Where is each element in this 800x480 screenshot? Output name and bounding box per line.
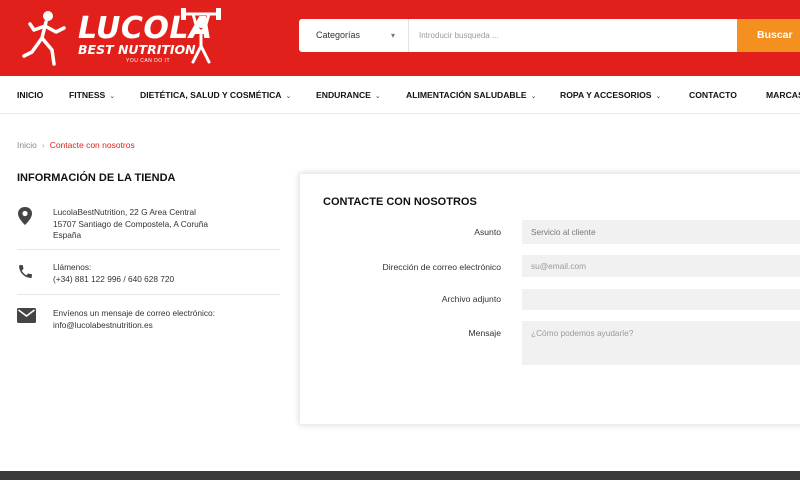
- footer: [0, 471, 800, 480]
- brand-logo[interactable]: LUCOLA BEST NUTRITION YOU CAN DO IT: [18, 6, 221, 68]
- nav-item-inicio[interactable]: INICIO: [17, 76, 43, 114]
- logo-subtitle: BEST NUTRITION: [78, 42, 196, 57]
- email-address-link[interactable]: info@lucolabestnutrition.es: [53, 320, 215, 332]
- chevron-down-icon: ⌄: [109, 93, 116, 100]
- search-input[interactable]: [411, 19, 731, 52]
- chevron-down-icon: ⌄: [530, 93, 537, 100]
- email-field-label: Dirección de correo electrónico: [382, 262, 501, 272]
- search-bar: Categorías ▾ Buscar: [299, 19, 800, 52]
- breadcrumb-home-link[interactable]: Inicio: [17, 140, 37, 150]
- mail-icon: [17, 308, 37, 328]
- search-button[interactable]: Buscar: [737, 19, 800, 52]
- nav-item-fitness[interactable]: FITNESS ⌄: [69, 76, 115, 114]
- phone-icon: [17, 263, 37, 283]
- store-phone-text: Llámenos: (+34) 881 122 996 / 640 628 72…: [53, 262, 174, 285]
- address-line-1: LucolaBestNutrition, 22 G Area Central: [53, 207, 196, 217]
- nav-item-label: INICIO: [17, 90, 44, 100]
- subject-select[interactable]: Servicio al cliente: [522, 220, 800, 244]
- breadcrumb: Inicio › Contacte con nosotros: [17, 140, 135, 150]
- nav-item-alimentacion[interactable]: ALIMENTACIÓN SALUDABLE ⌄: [406, 76, 537, 114]
- chevron-down-icon: ⌄: [655, 93, 662, 100]
- chevron-down-icon: ⌄: [285, 93, 292, 100]
- runner-logo-icon: [22, 11, 66, 66]
- lifter-logo-icon: [181, 8, 221, 64]
- top-header: LUCOLA BEST NUTRITION YOU CAN DO IT Cate…: [0, 0, 800, 76]
- nav-item-label: CONTACTO: [689, 90, 737, 100]
- nav-item-endurance[interactable]: ENDURANCE ⌄: [316, 76, 381, 114]
- nav-item-dietetica[interactable]: DIETÉTICA, SALUD Y COSMÉTICA ⌄: [140, 76, 291, 114]
- main-nav: INICIO FITNESS ⌄ DIETÉTICA, SALUD Y COSMÉ…: [0, 76, 800, 114]
- subject-label: Asunto: [474, 227, 501, 237]
- message-label: Mensaje: [468, 328, 501, 338]
- store-email: Envíenos un mensaje de correo electrónic…: [17, 308, 280, 332]
- info-divider: [17, 294, 280, 295]
- store-address-text: LucolaBestNutrition, 22 G Area Central 1…: [53, 207, 208, 242]
- email-label: Envíenos un mensaje de correo electrónic…: [53, 308, 215, 318]
- attachment-input[interactable]: [522, 289, 800, 310]
- nav-item-label: ALIMENTACIÓN SALUDABLE: [406, 90, 527, 100]
- phone-number[interactable]: (+34) 881 122 996 / 640 628 720: [53, 274, 174, 286]
- nav-item-marcas[interactable]: MARCAS: [766, 76, 800, 114]
- nav-item-label: ROPA Y ACCESORIOS: [560, 90, 652, 100]
- subject-select-value: Servicio al cliente: [531, 227, 596, 237]
- nav-item-label: DIETÉTICA, SALUD Y COSMÉTICA: [140, 90, 282, 100]
- info-divider: [17, 249, 280, 250]
- email-field[interactable]: [522, 255, 800, 277]
- chevron-down-icon: ⌄: [374, 93, 381, 100]
- store-address: LucolaBestNutrition, 22 G Area Central 1…: [17, 207, 280, 243]
- location-pin-icon: [17, 207, 37, 227]
- address-line-3: España: [53, 230, 82, 240]
- nav-item-ropa[interactable]: ROPA Y ACCESORIOS ⌄: [560, 76, 661, 114]
- store-email-text: Envíenos un mensaje de correo electrónic…: [53, 308, 215, 331]
- logo-tagline: YOU CAN DO IT: [126, 58, 171, 64]
- phone-label: Llámenos:: [53, 262, 92, 272]
- breadcrumb-current: Contacte con nosotros: [49, 140, 135, 150]
- store-phone: Llámenos: (+34) 881 122 996 / 640 628 72…: [17, 262, 280, 286]
- store-info-title: INFORMACIÓN DE LA TIENDA: [17, 172, 176, 184]
- nav-item-contacto[interactable]: CONTACTO: [689, 76, 737, 114]
- chevron-down-icon: ▾: [391, 31, 396, 40]
- category-select-label: Categorías: [316, 30, 361, 40]
- nav-item-label: ENDURANCE: [316, 90, 371, 100]
- message-textarea[interactable]: [522, 321, 800, 365]
- contact-form-panel: CONTACTE CON NOSOTROS Asunto Servicio al…: [299, 173, 800, 425]
- breadcrumb-separator: ›: [41, 140, 45, 150]
- nav-item-label: MARCAS: [766, 90, 800, 100]
- contact-form-title: CONTACTE CON NOSOTROS: [323, 196, 477, 208]
- attachment-label: Archivo adjunto: [441, 294, 501, 304]
- nav-item-label: FITNESS: [69, 90, 106, 100]
- address-line-2: 15707 Santiago de Compostela, A Coruña: [53, 218, 208, 229]
